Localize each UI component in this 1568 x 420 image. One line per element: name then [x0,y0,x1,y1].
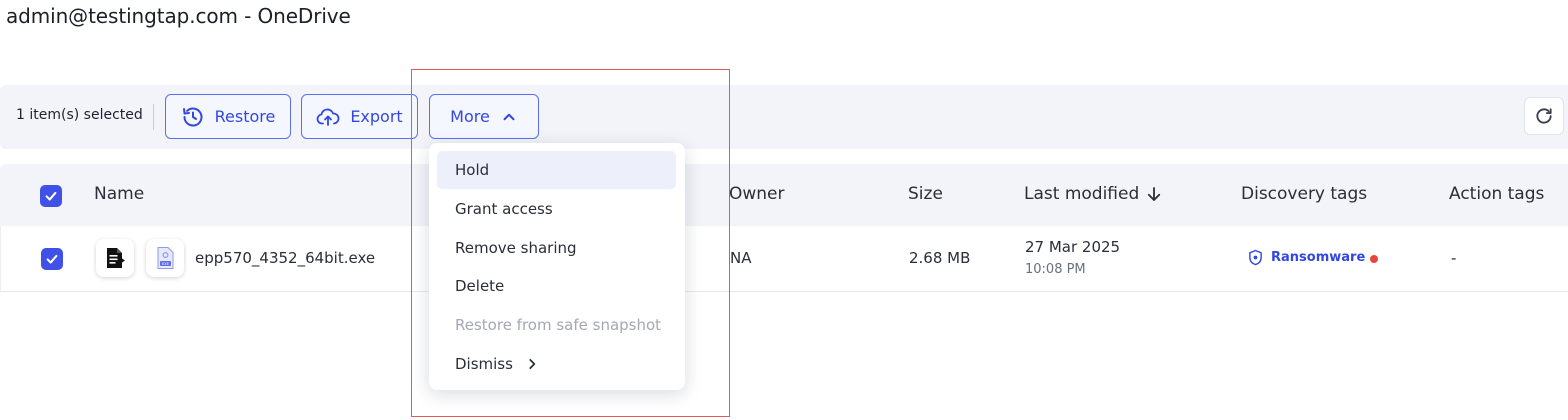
restore-label: Restore [214,107,276,126]
menu-item-label: Hold [455,161,490,179]
menu-item-remove-sharing[interactable]: Remove sharing [437,229,676,267]
menu-item-label: Delete [455,277,505,295]
table-row[interactable]: EXE epp570_4352_64bit.exe NA 2.68 MB 27 … [0,226,1568,292]
menu-item-label: Dismiss [455,355,513,373]
toolbar-divider [153,104,154,130]
ransomware-tag[interactable]: Ransomware [1248,249,1365,266]
refresh-icon [1536,108,1552,124]
header-discovery-tags[interactable]: Discovery tags [1241,184,1367,204]
chevron-right-icon [529,359,536,369]
menu-item-label: Grant access [455,200,553,218]
alert-dot [1370,255,1378,263]
selected-count: 1 item(s) selected [16,107,143,123]
menu-item-grant-access[interactable]: Grant access [437,190,676,228]
table-header: Name Owner Size Last modified Discovery … [0,164,1568,226]
export-label: Export [350,107,403,126]
export-button[interactable]: Export [301,94,418,139]
header-size[interactable]: Size [908,184,943,204]
header-last-modified-label: Last modified [1024,184,1140,204]
menu-item-restore-safe-snapshot: Restore from safe snapshot [437,306,676,344]
file-size: 2.68 MB [909,249,971,267]
header-action-tags[interactable]: Action tags [1449,184,1544,204]
menu-item-dismiss[interactable]: Dismiss [437,345,676,383]
shield-icon [1249,249,1262,266]
arrow-down-icon [1148,187,1161,201]
file-export-icon [96,239,134,277]
check-icon [46,254,58,264]
menu-item-delete[interactable]: Delete [437,267,676,305]
header-last-modified[interactable]: Last modified [1024,184,1163,204]
check-icon [45,191,57,201]
menu-item-hold[interactable]: Hold [437,151,676,189]
tag-label: Ransomware [1271,250,1366,265]
more-label: More [450,107,490,126]
window-title: admin@testingtap.com - OneDrive [6,4,351,28]
svg-text:EXE: EXE [162,262,170,266]
file-owner: NA [730,249,752,267]
modified-date: 27 Mar 2025 [1025,238,1121,256]
selection-toolbar: 1 item(s) selected Restore Export More [0,85,1568,149]
restore-button[interactable]: Restore [165,94,291,139]
modified-time: 10:08 PM [1025,262,1086,277]
select-all-checkbox[interactable] [40,185,62,207]
menu-item-label: Remove sharing [455,239,577,257]
refresh-button[interactable] [1524,97,1564,135]
document-arrow-icon [107,248,125,268]
history-restore-icon [182,107,203,126]
chevron-up-icon [503,113,515,120]
menu-item-label: Restore from safe snapshot [455,316,662,334]
row-checkbox[interactable] [41,248,63,270]
action-tags-value: - [1451,249,1457,267]
more-dropdown-menu: Hold Grant access Remove sharing Delete … [429,143,685,390]
more-button[interactable]: More [429,94,539,139]
header-name[interactable]: Name [94,184,144,204]
exe-file-icon: EXE [146,239,184,277]
executable-icon: EXE [157,247,174,269]
file-name[interactable]: epp570_4352_64bit.exe [195,249,375,267]
cloud-upload-icon [316,108,340,126]
header-owner[interactable]: Owner [729,184,785,204]
